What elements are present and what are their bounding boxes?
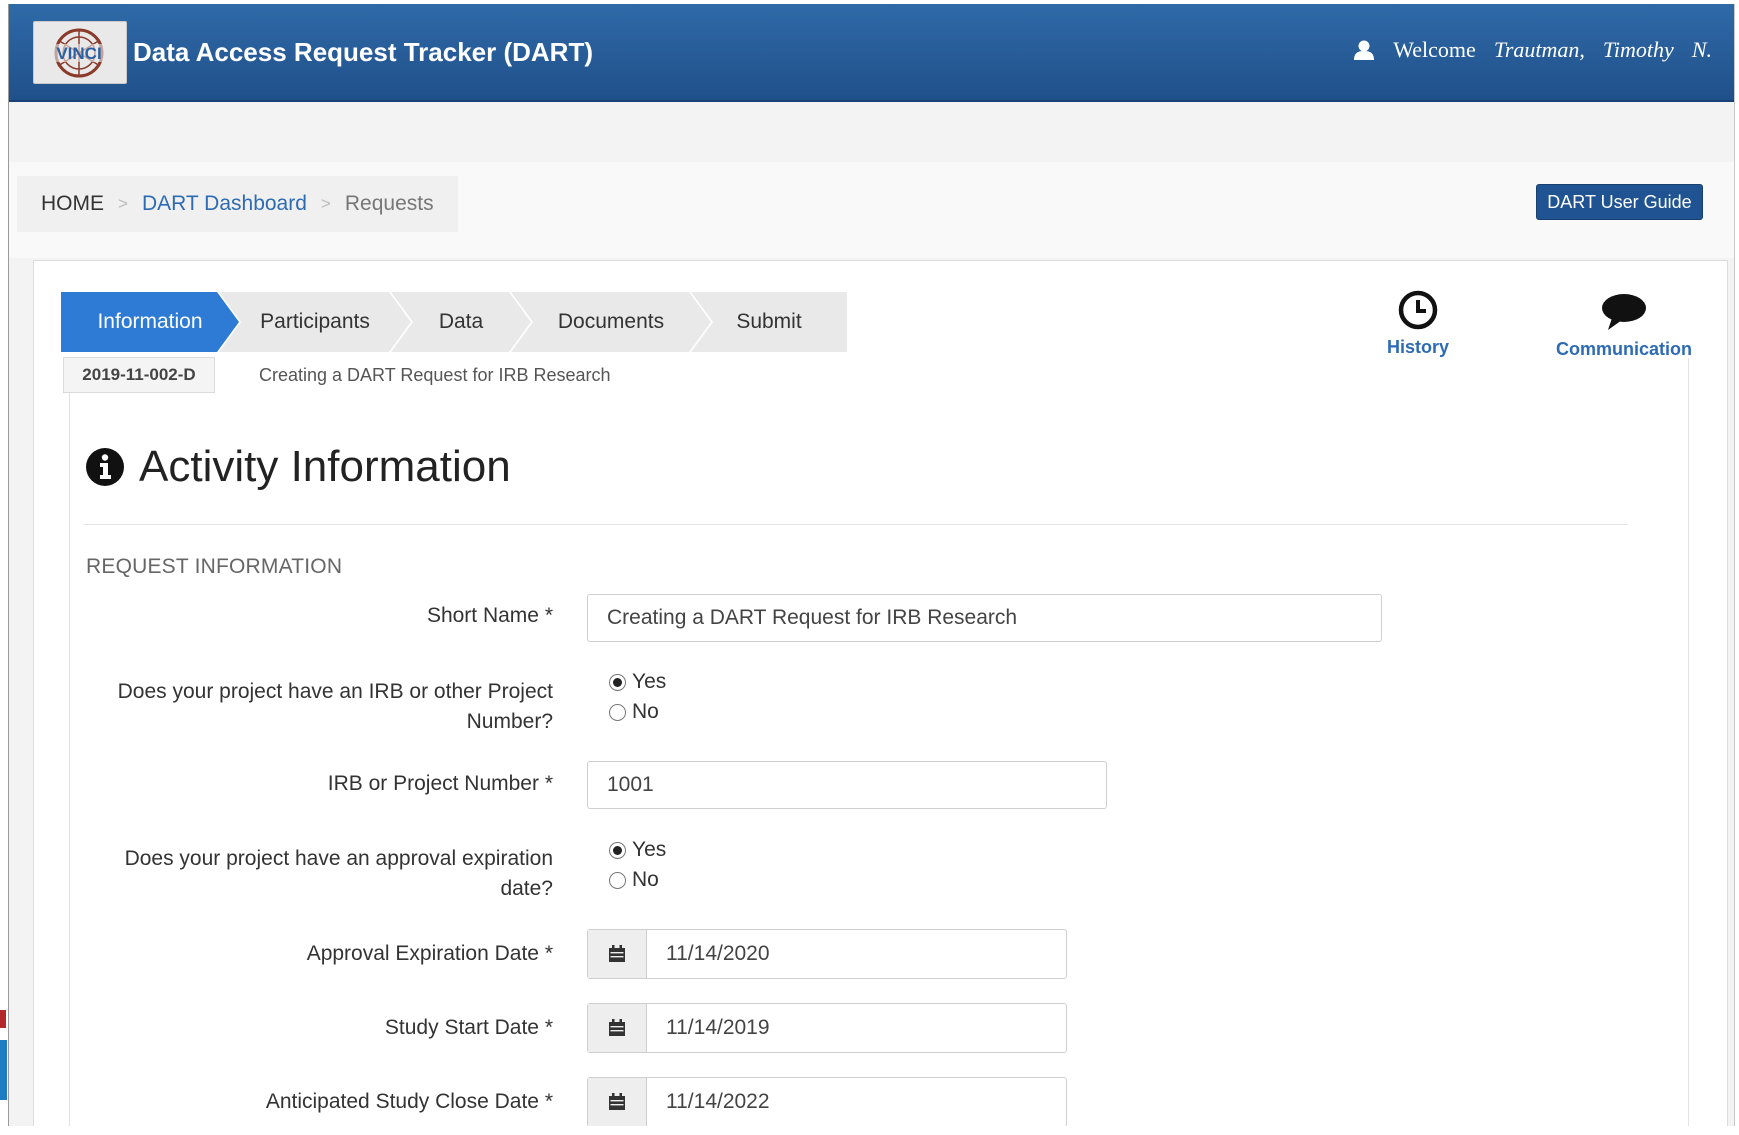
chat-bubble-icon: [1602, 294, 1646, 330]
calendar-button[interactable]: [588, 930, 647, 978]
breadcrumb-separator-icon: >: [118, 194, 128, 213]
calendar-icon: [609, 1093, 625, 1110]
communication-button[interactable]: Communication: [1549, 292, 1699, 360]
user-icon: [1354, 40, 1375, 60]
short-name-label: Short Name *: [426, 604, 553, 627]
has-irb-label: Does your project have an IRB or other P…: [118, 677, 553, 737]
app-window: VINCI Data Access Request Tracker (DART)…: [8, 4, 1735, 1126]
has-irb-label-line1: Does your project have an IRB or other P…: [117, 680, 553, 703]
radio-button[interactable]: [609, 673, 626, 691]
approval-expiration-input[interactable]: 11/14/2020: [647, 930, 1066, 978]
history-button[interactable]: History: [1373, 290, 1463, 358]
wizard-step-documents[interactable]: Documents: [511, 292, 711, 352]
wizard-step-information[interactable]: Information: [61, 292, 239, 352]
breadcrumb-current: Requests: [344, 192, 434, 215]
page-title-text: Activity Information: [139, 442, 511, 491]
calendar-icon: [609, 945, 625, 962]
step-label: Submit: [736, 310, 802, 333]
radio-label: No: [632, 868, 659, 891]
has-expiration-yes[interactable]: Yes: [609, 835, 666, 865]
step-label: Documents: [557, 310, 665, 333]
info-icon: [86, 448, 124, 486]
radio-button[interactable]: [609, 841, 626, 859]
study-start-input[interactable]: 11/14/2019: [647, 1004, 1066, 1052]
radio-button[interactable]: [609, 703, 626, 721]
request-short-name: Creating a DART Request for IRB Research: [259, 365, 611, 385]
wizard-step-participants[interactable]: Participants: [219, 292, 411, 352]
communication-label: Communication: [1555, 339, 1692, 359]
study-start-label: Study Start Date *: [384, 1016, 553, 1039]
study-close-input[interactable]: 11/14/2022: [647, 1078, 1066, 1126]
has-expiration-label-line2: date?: [500, 877, 553, 900]
radio-label: No: [632, 700, 659, 723]
has-expiration-no[interactable]: No: [609, 865, 666, 895]
page-title: Activity Information: [85, 442, 511, 492]
welcome-label: Welcome: [1393, 37, 1476, 62]
user-guide-button[interactable]: DART User Guide: [1536, 184, 1703, 220]
radio-label: Yes: [632, 838, 667, 861]
breadcrumb-home[interactable]: HOME: [41, 192, 104, 216]
has-expiration-label: Does your project have an approval expir…: [125, 844, 553, 904]
user-last-name: Trautman,: [1493, 37, 1585, 62]
svg-text:VINCI: VINCI: [56, 44, 101, 63]
has-expiration-label-line1: Does your project have an approval expir…: [124, 847, 553, 870]
has-irb-no[interactable]: No: [609, 697, 666, 727]
irb-number-input[interactable]: 1001: [587, 761, 1107, 809]
approval-expiration-field: 11/14/2020: [587, 929, 1067, 979]
breadcrumb-separator-icon: >: [320, 194, 331, 213]
calendar-button[interactable]: [588, 1004, 647, 1052]
breadcrumb-dashboard[interactable]: DART Dashboard: [142, 192, 307, 216]
has-expiration-radio-group: Yes No: [609, 835, 666, 895]
approval-expiration-label: Approval Expiration Date *: [306, 942, 553, 965]
request-id: 2019-11-002-D: [63, 357, 215, 393]
history-label: History: [1386, 337, 1449, 357]
short-name-input[interactable]: Creating a DART Request for IRB Research: [587, 594, 1382, 642]
has-irb-radio-group: Yes No: [609, 667, 666, 727]
study-close-label: Anticipated Study Close Date *: [265, 1090, 553, 1113]
section-title: REQUEST INFORMATION: [86, 555, 343, 578]
radio-button[interactable]: [609, 871, 626, 889]
sub-band: [9, 102, 1734, 163]
top-navbar: VINCI Data Access Request Tracker (DART)…: [9, 4, 1734, 102]
user-first-name: Timothy: [1602, 37, 1674, 62]
study-close-field: 11/14/2022: [587, 1077, 1067, 1126]
has-irb-yes[interactable]: Yes: [609, 667, 666, 697]
calendar-icon: [609, 1019, 625, 1036]
study-start-field: 11/14/2019: [587, 1003, 1067, 1053]
wizard-step-submit[interactable]: Submit: [691, 292, 847, 352]
step-label: Information: [97, 310, 203, 333]
irb-number-label: IRB or Project Number *: [327, 772, 553, 795]
vinci-logo-icon: VINCI: [50, 28, 108, 78]
breadcrumb: HOME > DART Dashboard > Requests: [17, 176, 458, 232]
title-divider: [83, 524, 1628, 525]
app-title: Data Access Request Tracker (DART): [133, 37, 593, 67]
user-welcome[interactable]: Welcome Trautman, Timothy N.: [1353, 37, 1712, 63]
step-label: Participants: [260, 310, 370, 333]
has-irb-label-line2: Number?: [466, 710, 553, 733]
clock-icon: [1398, 290, 1438, 330]
radio-label: Yes: [632, 670, 667, 693]
edge-fragment: [0, 1010, 7, 1100]
vinci-logo[interactable]: VINCI: [33, 21, 127, 84]
calendar-button[interactable]: [588, 1078, 647, 1126]
user-initial: N.: [1691, 37, 1712, 62]
